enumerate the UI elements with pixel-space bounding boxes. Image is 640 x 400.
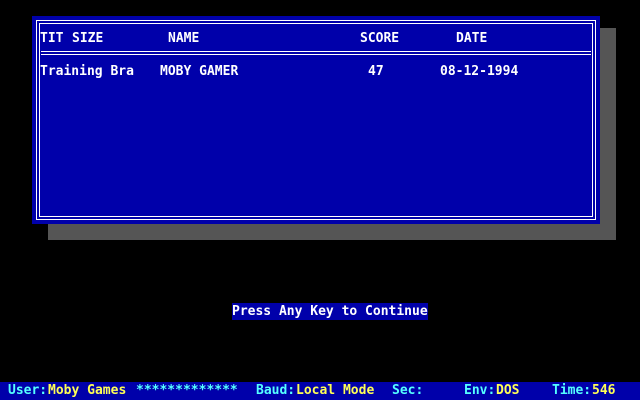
panel-frame-outer: [36, 20, 596, 220]
row-date: 08-12-1994: [440, 64, 519, 79]
header-divider: [41, 51, 591, 55]
status-bar: User: Moby Games ************* Baud: Loc…: [0, 382, 640, 400]
status-time-label: Time:: [552, 383, 592, 398]
status-user-value: Moby Games: [48, 383, 127, 398]
status-baud-value: Local Mode: [296, 383, 375, 398]
high-score-panel: [32, 16, 600, 224]
status-time-value: 546: [592, 383, 616, 398]
header-size: SIZE: [72, 31, 104, 46]
status-user-label: User:: [8, 383, 48, 398]
continue-prompt[interactable]: Press Any Key to Continue: [232, 303, 428, 320]
row-score: 47: [368, 64, 384, 79]
header-title: TIT: [40, 31, 64, 46]
header-date: DATE: [456, 31, 488, 46]
status-baud-label: Baud:: [256, 383, 296, 398]
status-env-label: Env:: [464, 383, 496, 398]
status-env-value: DOS: [496, 383, 520, 398]
row-name: MOBY GAMER: [160, 64, 239, 79]
status-sec-label: Sec:: [392, 383, 424, 398]
header-score: SCORE: [360, 31, 400, 46]
row-title: Training Bra: [40, 64, 134, 79]
status-masked-field: *************: [136, 383, 238, 398]
header-name: NAME: [168, 31, 200, 46]
